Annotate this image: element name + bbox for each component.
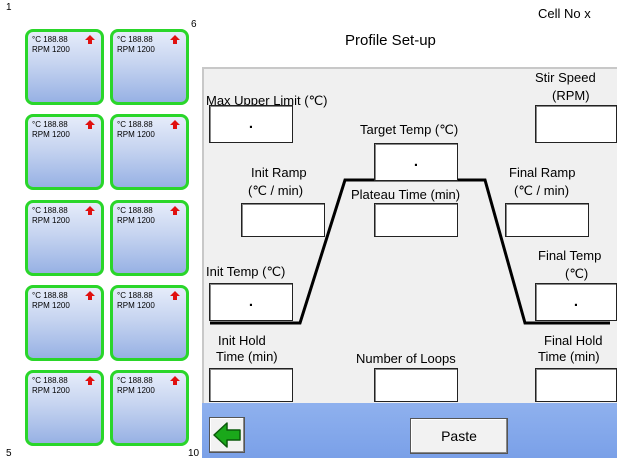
cell-temperature: °C 188.88 [117,291,153,300]
cell-rpm: RPM 1200 [117,301,155,310]
red-up-arrow-icon [85,35,95,44]
final-hold-label-line1: Final Hold [544,333,603,348]
cell-index-bottom-left: 5 [6,448,12,459]
cell-temperature: °C 188.88 [117,120,153,129]
cell-temperature: °C 188.88 [32,291,68,300]
cell-tile-2[interactable]: °C 188.88 RPM 1200 [25,114,104,190]
stir-speed-label-line2: (RPM) [552,88,590,103]
cell-tile-9[interactable]: °C 188.88 RPM 1200 [110,285,189,361]
cell-temperature: °C 188.88 [32,376,68,385]
cell-tile-5[interactable]: °C 188.88 RPM 1200 [25,370,104,446]
cell-tile-4[interactable]: °C 188.88 RPM 1200 [25,285,104,361]
final-ramp-field[interactable] [505,203,589,237]
cell-index-bottom-right: 10 [188,448,200,459]
cell-tile-7[interactable]: °C 188.88 RPM 1200 [110,114,189,190]
cell-tile-8[interactable]: °C 188.88 RPM 1200 [110,200,189,276]
final-ramp-label-line1: Final Ramp [509,165,576,180]
stir-speed-label-line1: Stir Speed [535,70,596,85]
init-ramp-field[interactable] [241,203,325,237]
init-ramp-label-line1: Init Ramp [251,165,307,180]
cell-temperature: °C 188.88 [117,35,153,44]
cell-rpm: RPM 1200 [117,216,155,225]
cell-index-top-left: 1 [6,2,12,13]
red-up-arrow-icon [170,35,180,44]
cell-rpm: RPM 1200 [117,45,155,54]
cell-tile-10[interactable]: °C 188.88 RPM 1200 [110,370,189,446]
red-up-arrow-icon [170,206,180,215]
cell-tile-3[interactable]: °C 188.88 RPM 1200 [25,200,104,276]
cell-temperature: °C 188.88 [32,206,68,215]
init-ramp-label-line2: (℃ / min) [248,183,304,198]
red-up-arrow-icon [170,376,180,385]
final-ramp-label-line2: (℃ / min) [514,183,570,198]
cell-index-top-right: 6 [191,19,197,30]
stir-speed-field[interactable] [535,105,617,143]
cell-tile-6[interactable]: °C 188.88 RPM 1200 [110,29,189,105]
init-hold-label-line1: Init Hold [218,333,266,348]
target-temp-field[interactable]: . [374,143,458,181]
cell-rpm: RPM 1200 [32,301,70,310]
cell-number-label: Cell No x [538,6,591,21]
cell-rpm: RPM 1200 [32,45,70,54]
cell-temperature: °C 188.88 [117,376,153,385]
final-temp-field[interactable]: . [535,283,617,321]
paste-button[interactable]: Paste [410,418,508,454]
cell-rpm: RPM 1200 [117,386,155,395]
init-temp-field[interactable]: . [209,283,293,321]
final-temp-label-line1: Final Temp [538,248,602,263]
red-up-arrow-icon [170,291,180,300]
cell-temperature: °C 188.88 [32,120,68,129]
plateau-time-field[interactable] [374,203,458,237]
init-hold-time-field[interactable] [209,368,293,402]
red-up-arrow-icon [85,376,95,385]
target-temp-label: Target Temp (℃) [360,122,459,137]
green-left-arrow-icon [213,422,241,448]
number-of-loops-label: Number of Loops [356,351,456,366]
red-up-arrow-icon [85,120,95,129]
cell-rpm: RPM 1200 [117,130,155,139]
max-upper-limit-field[interactable]: . [209,105,293,143]
final-hold-label-line2: Time (min) [538,349,600,364]
number-of-loops-field[interactable] [374,368,458,402]
plateau-time-label: Plateau Time (min) [351,186,461,203]
cell-temperature: °C 188.88 [117,206,153,215]
cell-tile-1[interactable]: °C 188.88 RPM 1200 [25,29,104,105]
cell-temperature: °C 188.88 [32,35,68,44]
page-title: Profile Set-up [345,32,436,49]
init-temp-label: Init Temp (℃) [206,264,286,279]
back-button[interactable] [209,417,245,453]
red-up-arrow-icon [85,291,95,300]
cell-rpm: RPM 1200 [32,386,70,395]
cell-rpm: RPM 1200 [32,130,70,139]
init-hold-label-line2: Time (min) [216,349,278,364]
final-hold-time-field[interactable] [535,368,617,402]
final-temp-label-line2: (℃) [565,266,589,281]
cell-rpm: RPM 1200 [32,216,70,225]
red-up-arrow-icon [85,206,95,215]
red-up-arrow-icon [170,120,180,129]
